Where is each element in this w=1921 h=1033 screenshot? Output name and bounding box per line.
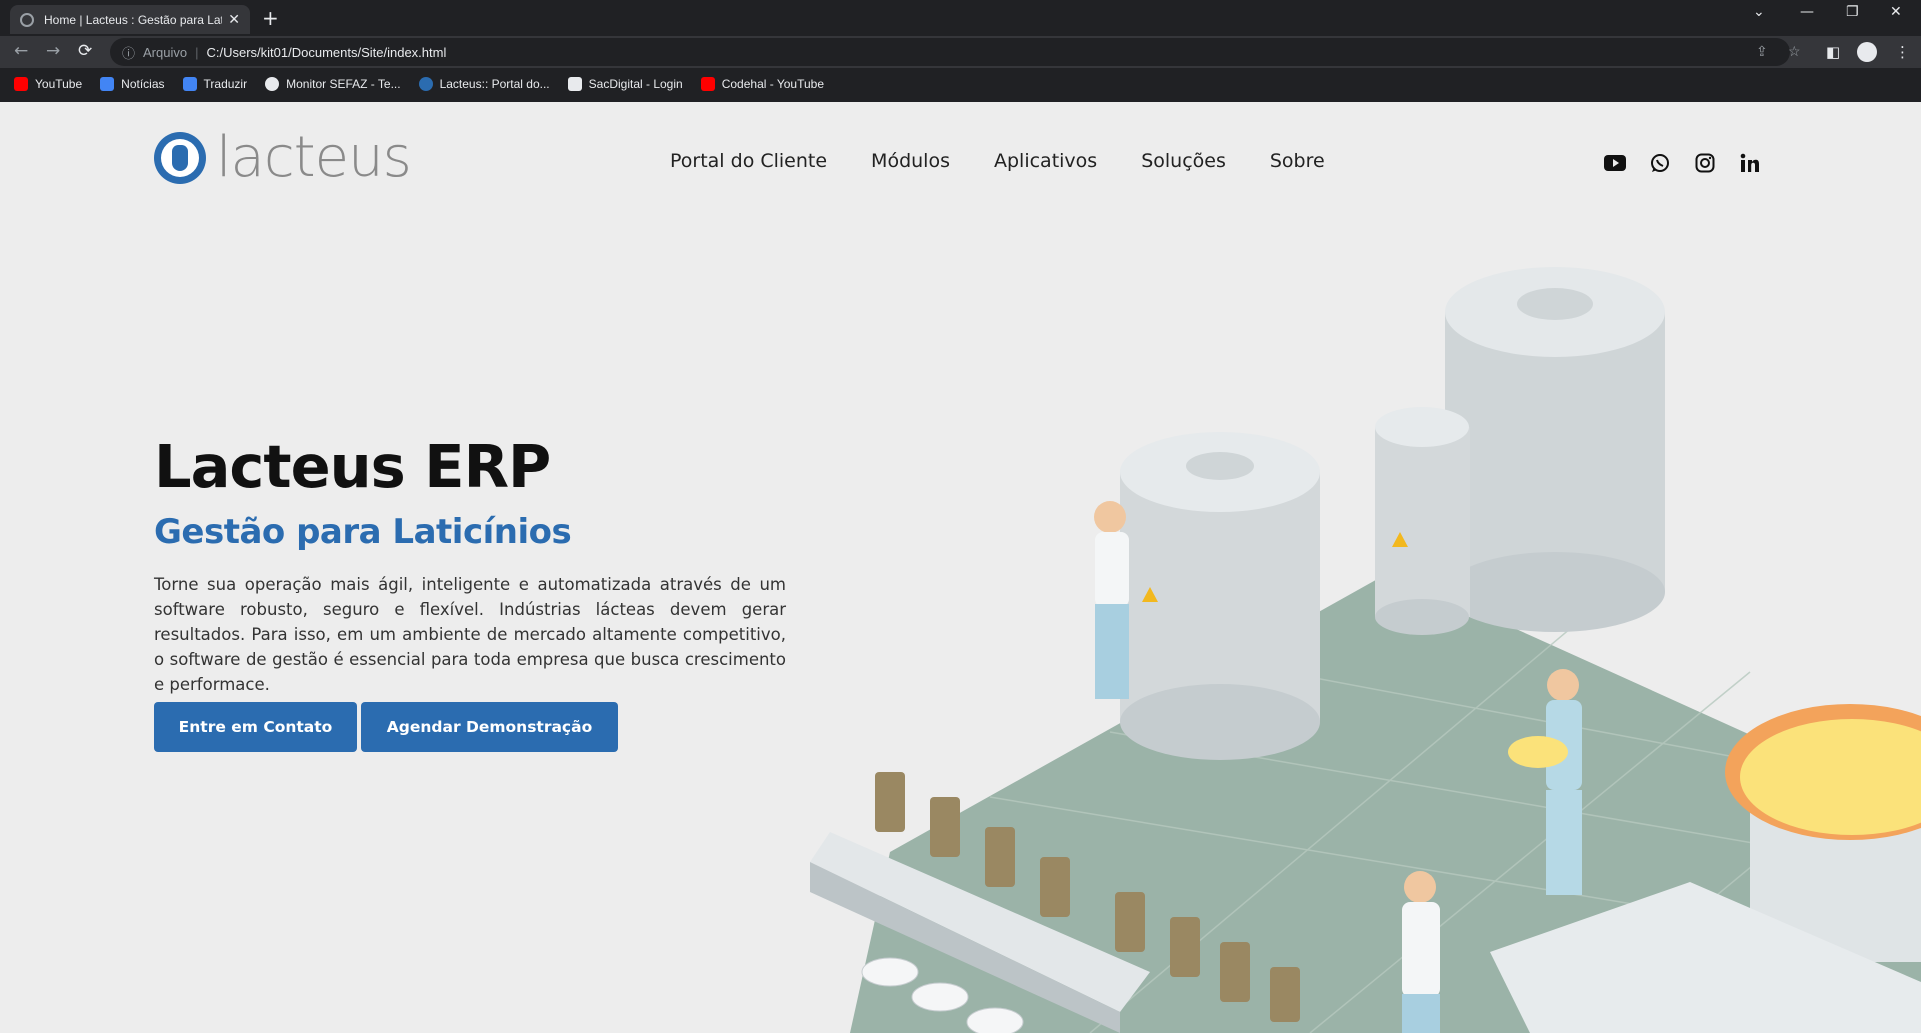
- bookmark-label: Codehal - YouTube: [721, 77, 825, 91]
- translate-icon: [182, 77, 197, 91]
- forward-icon[interactable]: →: [46, 41, 60, 61]
- news-icon: [100, 77, 115, 91]
- main-nav: Portal do Cliente Módulos Aplicativos So…: [670, 150, 1325, 172]
- dairy-factory-illustration: [810, 267, 1921, 1033]
- bookmarks-bar: YouTube Notícias Traduzir Monitor SEFAZ …: [0, 72, 842, 96]
- address-protocol: Arquivo: [143, 44, 188, 60]
- lacteus-logo[interactable]: lacteus: [154, 125, 412, 190]
- youtube-icon[interactable]: [1603, 151, 1627, 175]
- nav-modulos[interactable]: Módulos: [871, 150, 950, 172]
- milk-drop-icon: [154, 132, 206, 184]
- bookmark-label: YouTube: [35, 77, 83, 91]
- nav-sobre[interactable]: Sobre: [1270, 150, 1325, 172]
- whatsapp-icon[interactable]: [1648, 151, 1672, 175]
- mid-tank: [1120, 432, 1320, 760]
- new-tab-button[interactable]: +: [262, 6, 279, 30]
- bookmark-label: SacDigital - Login: [588, 77, 683, 91]
- bookmark-label: Notícias: [121, 77, 165, 91]
- bookmark-monitor-sefaz[interactable]: Monitor SEFAZ - Te...: [265, 77, 401, 91]
- bookmark-star-icon[interactable]: ☆: [1788, 43, 1801, 60]
- browser-tab[interactable]: Home | Lacteus : Gestão para Lat ✕: [10, 5, 250, 34]
- lacteus-icon: [418, 77, 433, 91]
- sacdigital-icon: [567, 77, 582, 91]
- bookmark-youtube[interactable]: YouTube: [14, 77, 82, 91]
- address-url: C:/Users/kit01/Documents/Site/index.html: [206, 44, 447, 60]
- social-links: [1603, 151, 1762, 175]
- minimize-button[interactable]: —: [1800, 4, 1814, 20]
- bookmark-codehal[interactable]: Codehal - YouTube: [700, 77, 825, 91]
- back-icon[interactable]: ←: [14, 41, 28, 61]
- web-page: lacteus Portal do Cliente Módulos Aplica…: [0, 102, 1921, 1033]
- hero-description: Torne sua operação mais ágil, inteligent…: [154, 575, 786, 694]
- menu-dots-icon[interactable]: ⋮: [1895, 43, 1910, 61]
- address-divider: |: [195, 44, 199, 60]
- toolbar: ← → ⟳ ⓘ Arquivo | C:/Users/kit01/Documen…: [0, 36, 1921, 68]
- restore-button[interactable]: ❐: [1846, 4, 1859, 20]
- bookmark-label: Monitor SEFAZ - Te...: [286, 77, 401, 91]
- linkedin-icon[interactable]: [1738, 151, 1762, 175]
- globe-icon: [265, 77, 280, 91]
- side-panel-icon[interactable]: ◧: [1826, 43, 1840, 61]
- bookmark-sacdigital[interactable]: SacDigital - Login: [567, 77, 683, 91]
- youtube-icon: [700, 77, 715, 91]
- globe-icon: [20, 12, 34, 27]
- large-tank: [1445, 267, 1665, 632]
- bookmark-noticias[interactable]: Notícias: [100, 77, 165, 91]
- hero-subtitle: Gestão para Laticínios: [154, 512, 572, 552]
- bookmark-label: Lacteus:: Portal do...: [439, 77, 550, 91]
- nav-solucoes[interactable]: Soluções: [1141, 150, 1226, 172]
- address-bar[interactable]: ⓘ Arquivo | C:/Users/kit01/Documents/Sit…: [110, 38, 1801, 66]
- bookmark-label: Traduzir: [203, 77, 248, 91]
- browser-chrome: Home | Lacteus : Gestão para Lat ✕ + ⌄ —…: [0, 0, 1921, 102]
- tab-search-icon[interactable]: ⌄: [1753, 4, 1765, 20]
- nav-aplicativos[interactable]: Aplicativos: [994, 150, 1097, 172]
- profile-avatar[interactable]: [1857, 42, 1877, 62]
- instagram-icon[interactable]: [1693, 151, 1717, 175]
- tab-title: Home | Lacteus : Gestão para Lat: [44, 12, 223, 27]
- contact-button[interactable]: Entre em Contato: [154, 702, 357, 752]
- youtube-icon: [14, 77, 28, 91]
- info-icon: ⓘ: [122, 45, 136, 61]
- hero-title: Lacteus ERP: [154, 432, 551, 501]
- close-window-button[interactable]: ✕: [1890, 4, 1902, 20]
- bookmark-traduzir[interactable]: Traduzir: [182, 77, 248, 91]
- logo-text: lacteus: [216, 125, 412, 190]
- nav-portal-do-cliente[interactable]: Portal do Cliente: [670, 150, 827, 172]
- close-tab-icon[interactable]: ✕: [228, 12, 240, 28]
- bookmark-lacteus-portal[interactable]: Lacteus:: Portal do...: [418, 77, 550, 91]
- reload-icon[interactable]: ⟳: [78, 41, 92, 61]
- small-tank: [1375, 407, 1470, 635]
- schedule-demo-button[interactable]: Agendar Demonstração: [361, 702, 618, 752]
- share-icon[interactable]: ⇪: [1756, 43, 1768, 60]
